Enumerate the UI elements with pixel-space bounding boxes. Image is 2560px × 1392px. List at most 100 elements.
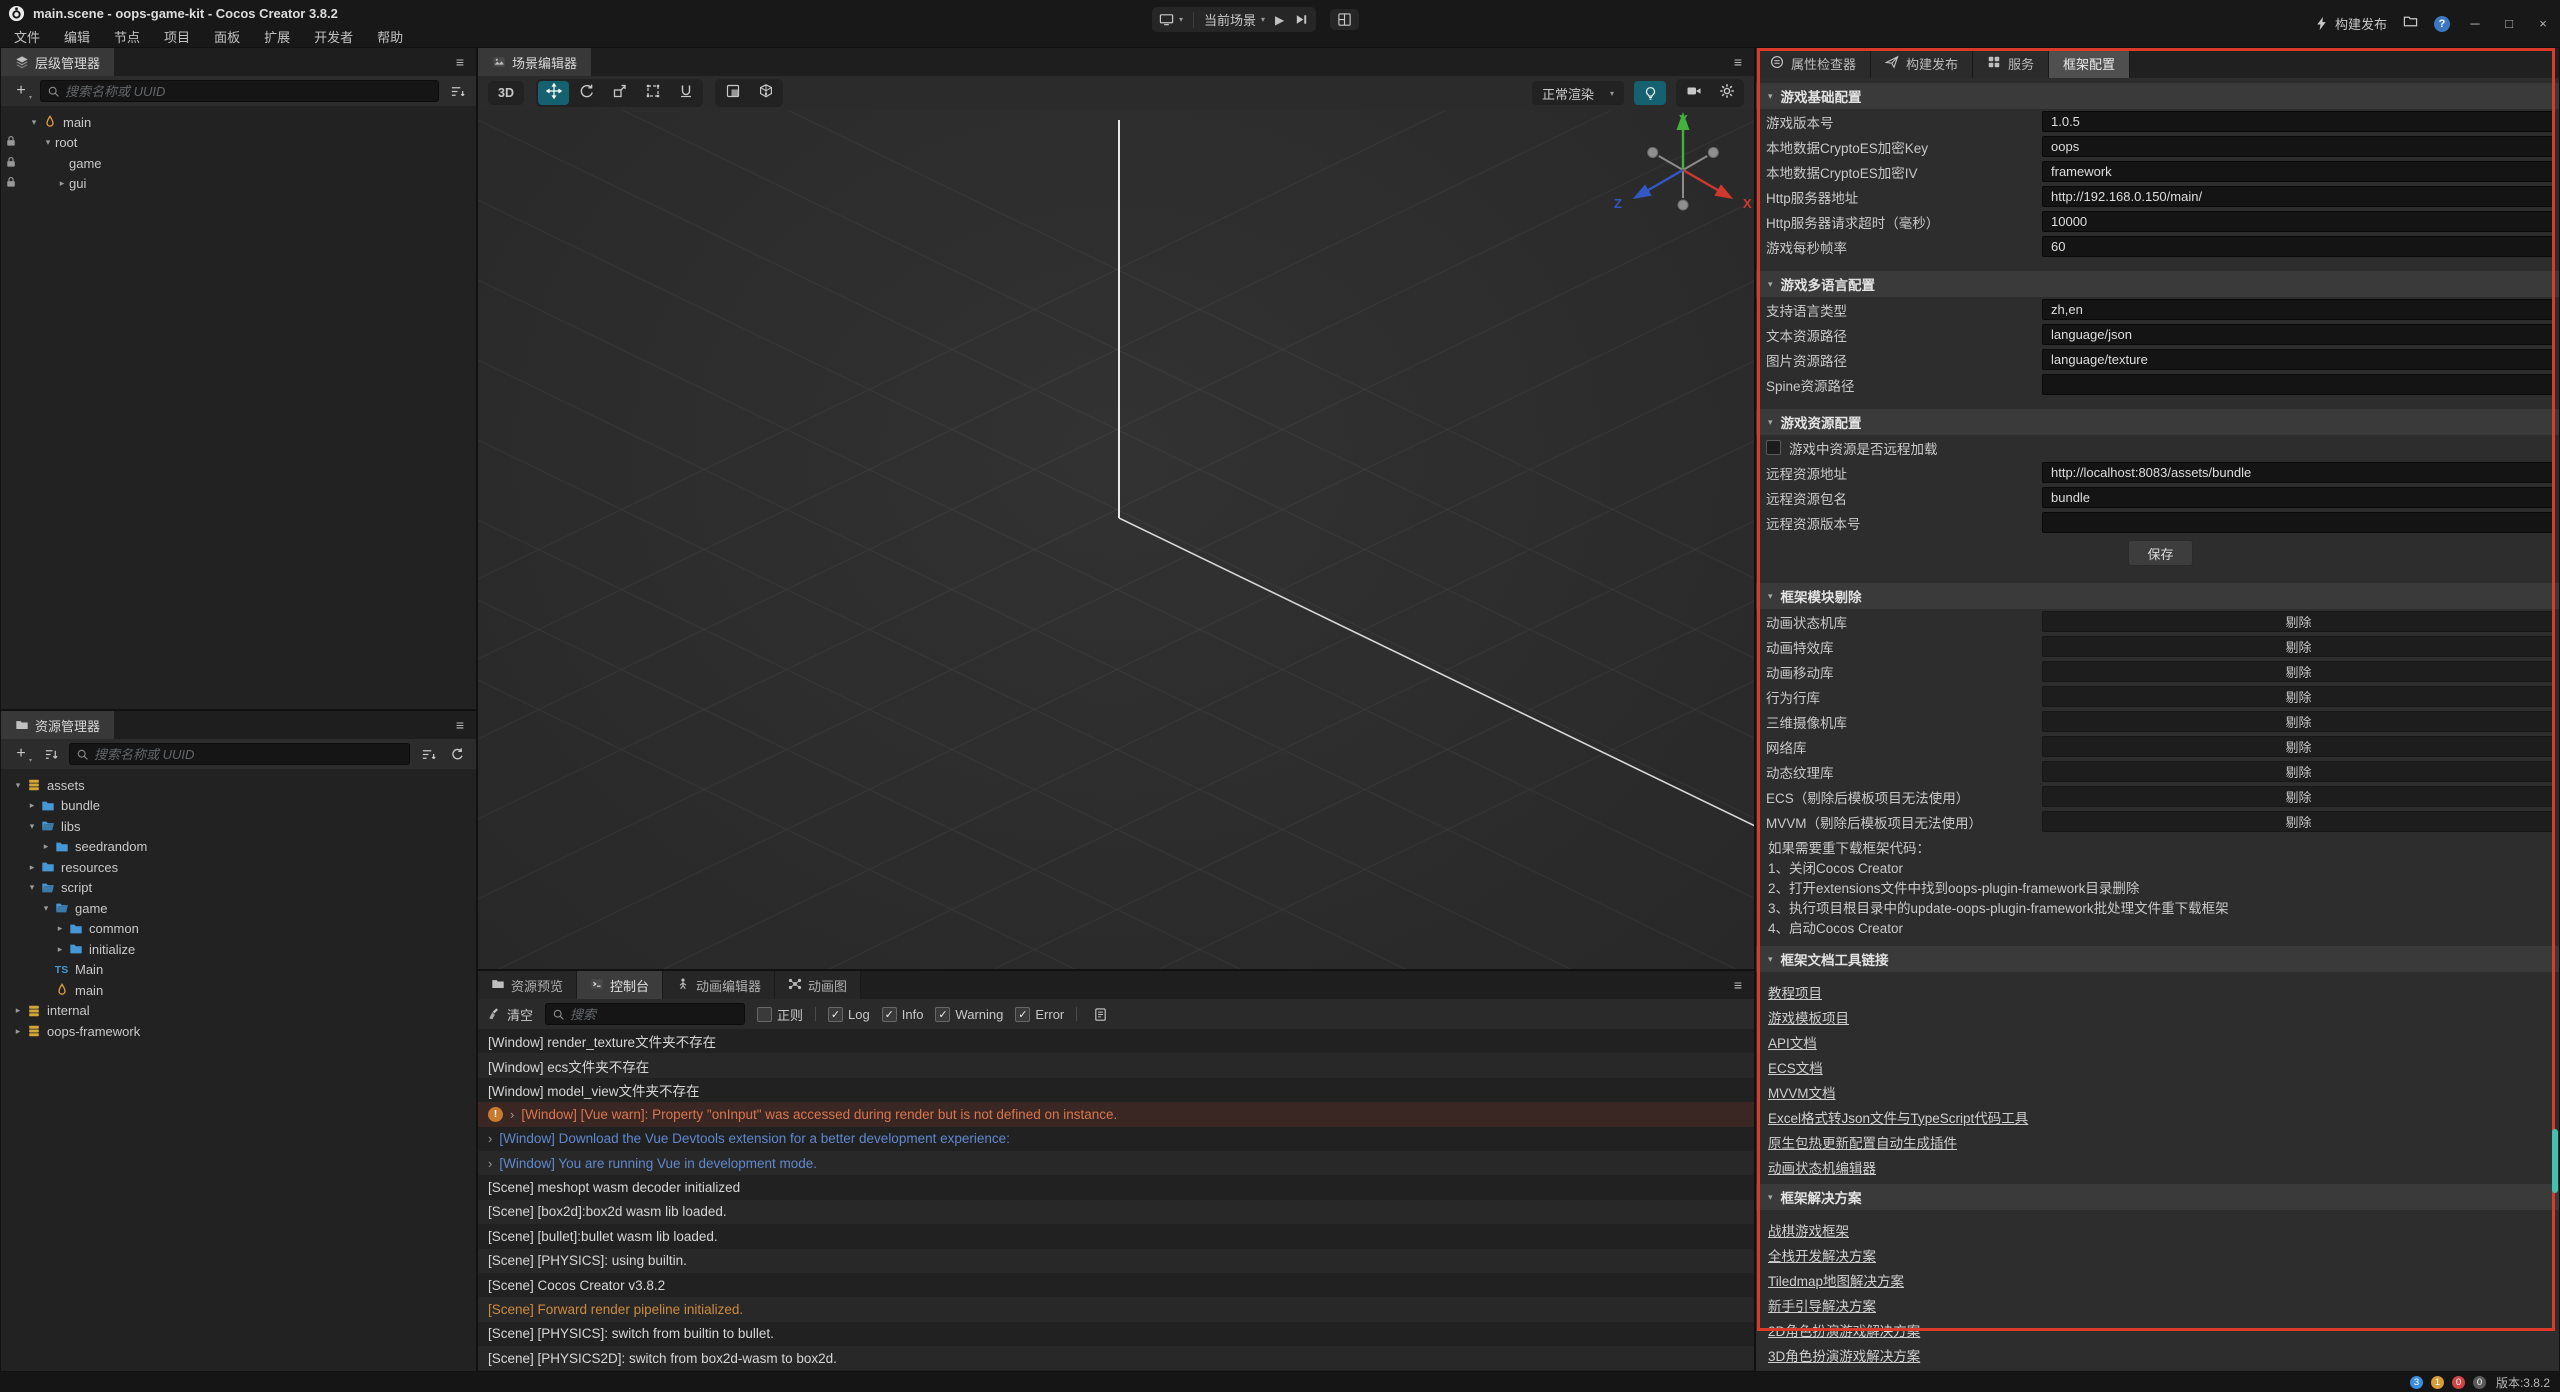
panel-menu-icon[interactable]: ≡ — [1722, 971, 1754, 999]
doc-link[interactable]: 新手引导解决方案 — [1768, 1295, 1876, 1315]
expand-arrow-icon[interactable]: › — [510, 1107, 514, 1122]
save-button[interactable]: 保存 — [2128, 540, 2192, 566]
property-input[interactable] — [2042, 374, 2555, 395]
property-input[interactable] — [2042, 349, 2555, 370]
preview-target-button[interactable]: ▾ — [1159, 12, 1183, 27]
tab-animation-editor[interactable]: 动画编辑器 — [663, 971, 775, 999]
log-row[interactable]: [Scene] Forward render pipeline initiali… — [478, 1297, 1754, 1321]
tab-framework-config[interactable]: 框架配置 — [2049, 48, 2130, 78]
menu-item[interactable]: 文件 — [2, 27, 52, 46]
doc-link[interactable]: Excel格式转Json文件与TypeScript代码工具 — [1768, 1107, 2028, 1127]
build-publish-button[interactable]: 构建发布 — [2314, 14, 2387, 33]
tree-chevron[interactable] — [25, 862, 39, 873]
property-input[interactable] — [2042, 186, 2555, 207]
doc-link[interactable]: Tiledmap地图解决方案 — [1768, 1270, 1904, 1290]
tree-chevron[interactable] — [39, 903, 53, 914]
log-row[interactable]: ! › [Window] [Vue warn]: Property "onInp… — [478, 1102, 1754, 1126]
scale-tool-button[interactable] — [604, 81, 635, 105]
section-header[interactable]: ▾框架模块剔除 — [1756, 583, 2559, 609]
scrollbar-thumb[interactable] — [2552, 1129, 2558, 1193]
trim-button[interactable]: 剔除 — [2042, 736, 2555, 757]
snap-tool-button[interactable] — [717, 81, 748, 105]
filter-warning[interactable]: ✓Warning — [935, 1007, 1003, 1022]
scene-select-dropdown[interactable]: 当前场景▾ — [1204, 10, 1265, 29]
doc-link[interactable]: 2D角色扮演游戏解决方案 — [1768, 1320, 1920, 1340]
tab-build[interactable]: 构建发布 — [1871, 48, 1973, 78]
doc-link[interactable]: ECS文档 — [1768, 1057, 1823, 1077]
filter-log[interactable]: ✓Log — [828, 1007, 870, 1022]
tree-chevron[interactable] — [41, 137, 55, 148]
move-tool-button[interactable] — [538, 81, 569, 105]
log-row[interactable]: [Window] render_texture文件夹不存在 — [478, 1029, 1754, 1053]
asset-node[interactable]: main — [1, 980, 476, 1001]
tree-chevron[interactable] — [27, 117, 41, 128]
log-row[interactable]: [Window] ecs文件夹不存在 — [478, 1053, 1754, 1077]
error-count[interactable]: 0 — [2452, 1376, 2465, 1389]
menu-item[interactable]: 扩展 — [252, 27, 302, 46]
hierarchy-node[interactable]: main — [1, 112, 476, 133]
tree-chevron[interactable] — [25, 882, 39, 893]
section-header[interactable]: ▾框架解决方案 — [1756, 1184, 2559, 1210]
asset-node[interactable]: assets — [1, 775, 476, 796]
property-input[interactable] — [2042, 211, 2555, 232]
menu-item[interactable]: 帮助 — [365, 27, 415, 46]
asset-node[interactable]: bundle — [1, 796, 476, 817]
log-row[interactable]: [Scene] [box2d]:box2d wasm lib loaded. — [478, 1200, 1754, 1224]
minimize-button[interactable]: ─ — [2466, 16, 2484, 31]
tree-chevron[interactable] — [39, 841, 53, 852]
log-row[interactable]: [Scene] [PHYSICS]: switch from builtin t… — [478, 1322, 1754, 1346]
panel-menu-icon[interactable]: ≡ — [444, 48, 476, 76]
refresh-icon[interactable] — [446, 743, 468, 765]
trim-button[interactable]: 剔除 — [2042, 761, 2555, 782]
doc-link[interactable]: 教程项目 — [1768, 982, 1822, 1002]
notice-count[interactable]: 0 — [2473, 1376, 2486, 1389]
section-header[interactable]: ▾游戏基础配置 — [1756, 83, 2559, 109]
step-button[interactable] — [1294, 12, 1309, 27]
hierarchy-node[interactable]: gui — [1, 174, 476, 195]
console-search-input[interactable] — [570, 1007, 738, 1022]
tab-assets[interactable]: 资源管理器 — [1, 711, 114, 739]
asset-node[interactable]: TS Main — [1, 960, 476, 981]
doc-link[interactable]: API文档 — [1768, 1032, 1817, 1052]
doc-link[interactable]: 全栈开发解决方案 — [1768, 1245, 1876, 1265]
hierarchy-search-input[interactable] — [65, 84, 432, 99]
regex-checkbox[interactable]: 正则 — [757, 1005, 803, 1024]
info-count[interactable]: 3 — [2410, 1376, 2423, 1389]
collapse-log-icon[interactable] — [1089, 1003, 1111, 1025]
asset-node[interactable]: initialize — [1, 939, 476, 960]
doc-link[interactable]: 游戏模板项目 — [1768, 1007, 1849, 1027]
scene-camera-button[interactable] — [1678, 81, 1709, 105]
rotate-tool-button[interactable] — [571, 81, 602, 105]
play-button[interactable]: ▶ — [1275, 13, 1284, 27]
hierarchy-node[interactable]: game — [1, 153, 476, 174]
type-filter-icon[interactable] — [446, 80, 468, 102]
doc-link[interactable]: 3D角色扮演游戏解决方案 — [1768, 1345, 1920, 1365]
filter-error[interactable]: ✓Error — [1015, 1007, 1064, 1022]
doc-link[interactable]: 原生包热更新配置自动生成插件 — [1768, 1132, 1957, 1152]
hierarchy-node[interactable]: root — [1, 133, 476, 154]
log-row[interactable]: [Window] model_view文件夹不存在 — [478, 1078, 1754, 1102]
section-header[interactable]: ▾游戏资源配置 — [1756, 409, 2559, 435]
warning-count[interactable]: 1 — [2431, 1376, 2444, 1389]
property-input[interactable] — [2042, 136, 2555, 157]
panel-menu-icon[interactable]: ≡ — [1722, 48, 1754, 76]
remote-load-checkbox[interactable] — [1766, 440, 1781, 455]
asset-node[interactable]: script — [1, 878, 476, 899]
maximize-button[interactable]: □ — [2500, 16, 2518, 31]
menu-item[interactable]: 节点 — [102, 27, 152, 46]
tab-service[interactable]: 服务 — [1973, 48, 2049, 78]
tab-asset-preview[interactable]: 资源预览 — [478, 971, 577, 999]
layout-grid-button[interactable] — [1337, 12, 1352, 27]
section-header[interactable]: ▾框架文档工具链接 — [1756, 946, 2559, 972]
log-row[interactable]: [Scene] Cocos Creator v3.8.2 — [478, 1273, 1754, 1297]
gizmo-mode-button[interactable] — [750, 81, 781, 105]
tree-chevron[interactable] — [25, 821, 39, 832]
trim-button[interactable]: 剔除 — [2042, 686, 2555, 707]
asset-filter-icon[interactable] — [417, 743, 439, 765]
orientation-gizmo[interactable]: Y X Z — [1608, 112, 1754, 232]
tree-chevron[interactable] — [53, 923, 67, 934]
tab-inspector[interactable]: 属性检查器 — [1756, 48, 1871, 78]
clear-console-button[interactable]: 清空 — [488, 1005, 533, 1024]
asset-node[interactable]: oops-framework — [1, 1021, 476, 1042]
trim-button[interactable]: 剔除 — [2042, 661, 2555, 682]
